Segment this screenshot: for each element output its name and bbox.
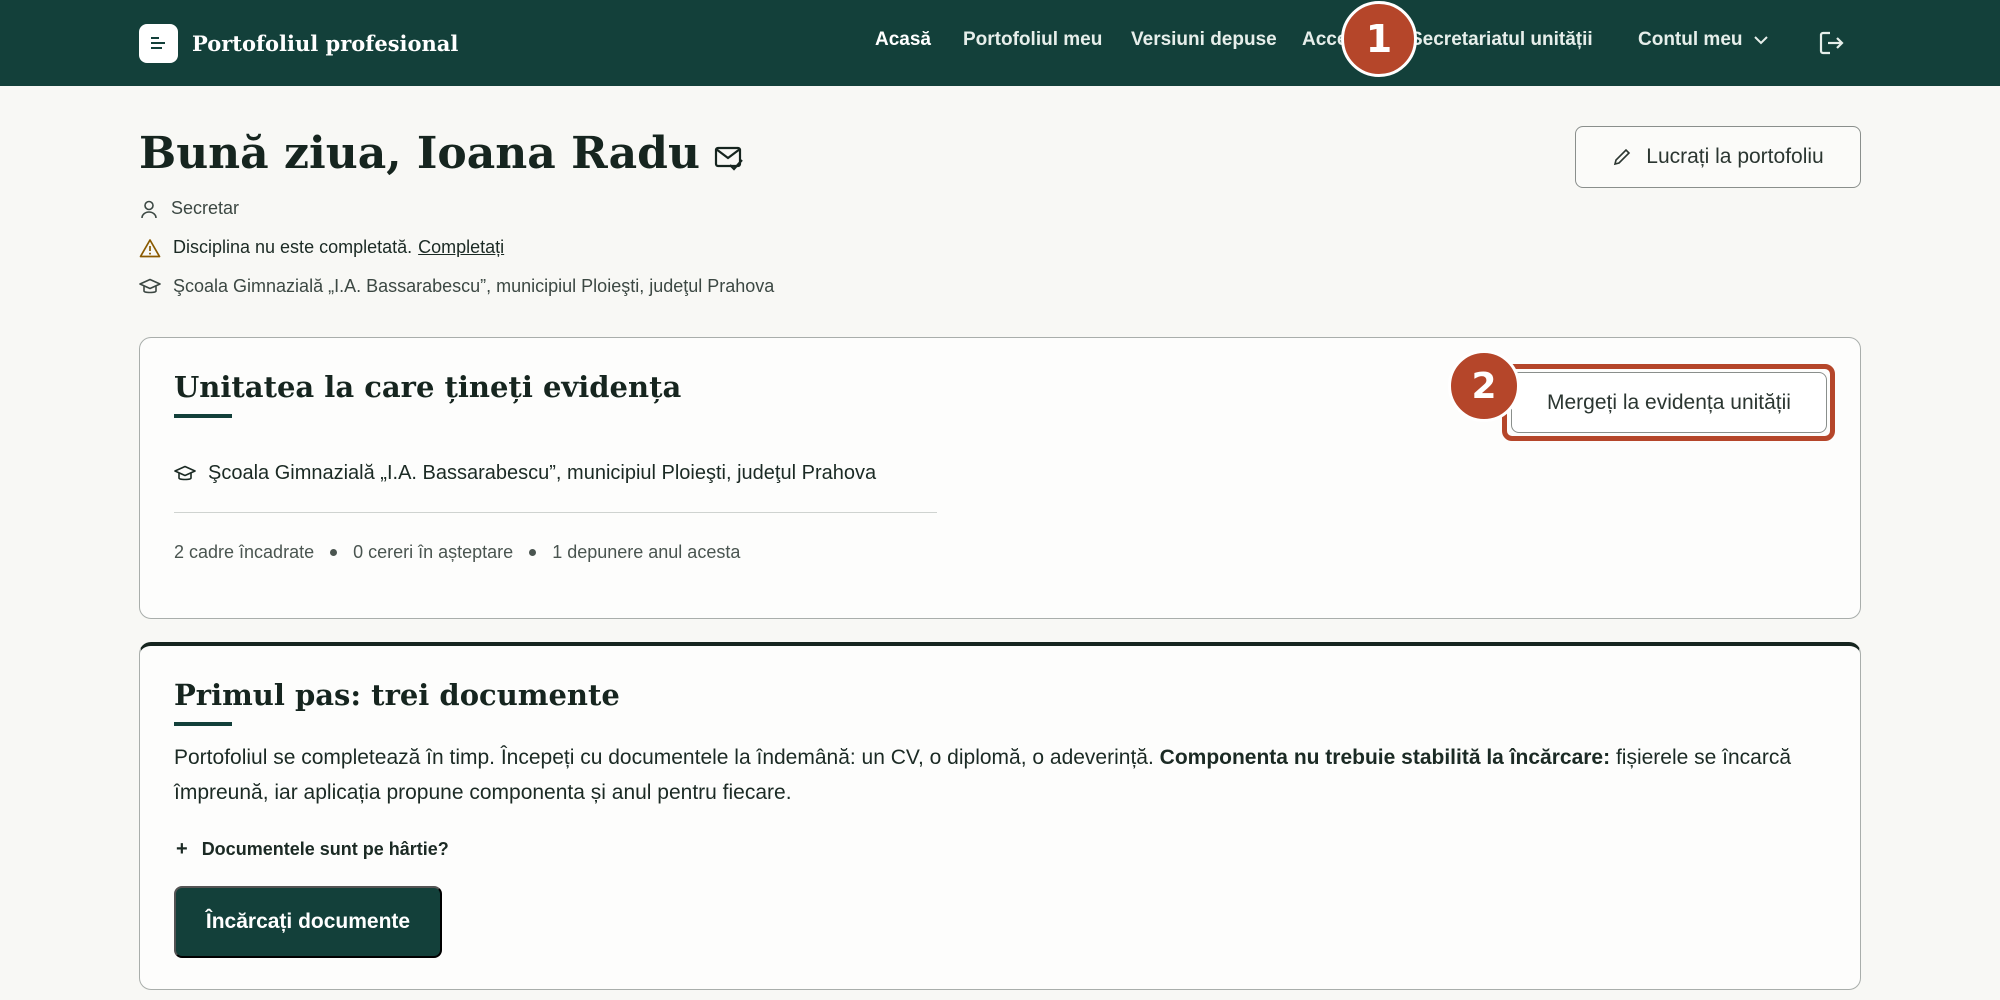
document-logo-icon	[139, 23, 178, 63]
upload-documents-button[interactable]: Încărcați documente	[174, 886, 442, 958]
account-menu[interactable]: Contul meu	[1638, 29, 1769, 51]
pencil-icon	[1614, 148, 1631, 166]
greeting-row: Bună ziua, Ioana Radu	[139, 128, 744, 179]
graduation-cap-icon	[174, 465, 196, 480]
user-icon	[141, 200, 157, 218]
stat-submissions: 1 depunere anul acesta	[552, 542, 741, 562]
top-navigation-bar: Portofoliul profesional Acasă Portofoliu…	[0, 0, 2000, 86]
first-step-card: Primul pas: trei documente Portofoliul s…	[139, 642, 1861, 990]
first-step-title: Primul pas: trei documente	[174, 678, 620, 712]
mail-check-icon	[714, 146, 743, 171]
graduation-cap-icon	[139, 278, 161, 293]
school-text: Şcoala Gimnazială „I.A. Bassarabescu”, m…	[173, 276, 775, 296]
stat-staff: 2 cadre încadrate	[174, 542, 315, 562]
chevron-down-icon	[1753, 36, 1768, 45]
plus-icon: +	[176, 838, 188, 860]
stat-pending-requests: 0 cereri în așteptare	[353, 542, 514, 562]
paper-documents-label: Documentele sunt pe hârtie?	[201, 839, 449, 859]
description-intro: Portofoliul se completează în timp. Înce…	[174, 746, 1154, 769]
step-badge-2: 2	[1448, 350, 1520, 422]
unit-school-line: Şcoala Gimnazială „I.A. Bassarabescu”, m…	[174, 462, 876, 485]
step-badge-1: 1	[1341, 1, 1417, 77]
brand-name: Portofoliul profesional	[192, 30, 459, 56]
unit-stats: 2 cadre încadrate 0 cereri în așteptare …	[174, 542, 740, 563]
nav-secretariatul-unitatii[interactable]: Secretariatul unității	[1410, 29, 1593, 51]
logout-icon[interactable]	[1816, 28, 1846, 58]
separator-dot	[330, 549, 338, 556]
description-bold: Componenta nu trebuie stabilită la încăr…	[1159, 746, 1611, 769]
role-line: Secretar	[139, 198, 239, 219]
complete-discipline-link[interactable]: Completați	[418, 237, 504, 258]
page-title: Bună ziua, Ioana Radu	[139, 128, 700, 179]
divider	[174, 512, 937, 513]
work-on-portfolio-label: Lucrați la portofoliu	[1646, 145, 1824, 168]
title-underline	[174, 414, 232, 418]
nav-portofoliul-meu[interactable]: Portofoliul meu	[963, 29, 1102, 51]
nav-versiuni-depuse[interactable]: Versiuni depuse	[1131, 29, 1277, 51]
unit-school-text: Şcoala Gimnazială „I.A. Bassarabescu”, m…	[208, 462, 877, 484]
school-line: Şcoala Gimnazială „I.A. Bassarabescu”, m…	[139, 276, 774, 297]
separator-dot	[529, 549, 537, 556]
first-step-description: Portofoliul se completează în timp. Înce…	[174, 740, 1834, 810]
brand[interactable]: Portofoliul profesional	[139, 23, 458, 63]
paper-documents-toggle[interactable]: + Documentele sunt pe hârtie?	[176, 838, 449, 861]
role-text: Secretar	[171, 198, 240, 218]
unit-card-title: Unitatea la care țineți evidența	[174, 370, 682, 404]
account-label: Contul meu	[1638, 29, 1743, 50]
nav-acasa[interactable]: Acasă	[875, 29, 931, 51]
warning-line: Disciplina nu este completată. Completaț…	[139, 237, 504, 258]
work-on-portfolio-button[interactable]: Lucrați la portofoliu	[1575, 126, 1861, 188]
go-to-unit-records-button[interactable]: Mergeți la evidența unității	[1511, 372, 1827, 433]
title-underline	[174, 722, 232, 726]
warning-text: Disciplina nu este completată.	[173, 237, 413, 257]
warning-icon	[139, 238, 161, 257]
